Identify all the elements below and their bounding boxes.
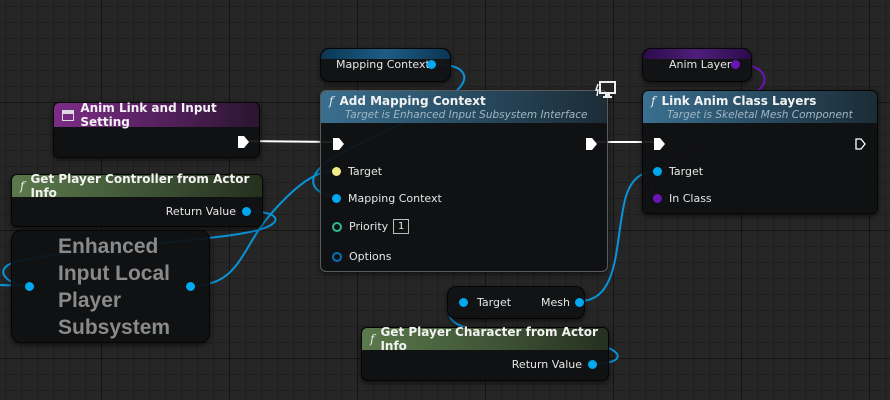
add-mapping-context-node[interactable]: f Add Mapping Context Target is Enhanced … — [320, 90, 608, 272]
link-anim-header: f Link Anim Class Layers Target is Skelet… — [643, 91, 877, 123]
get-controller-node[interactable]: f Get Player Controller from Actor Info … — [11, 172, 263, 227]
struct-icon — [62, 109, 75, 121]
subsystem-title-line-2: Input Local — [58, 262, 170, 285]
add-mapping-options-row: Options — [332, 250, 391, 263]
subsystem-title-line-4: Subsystem — [58, 316, 171, 339]
monitor-icon — [594, 80, 617, 104]
get-controller-return-label: Return Value — [165, 205, 236, 218]
get-character-return-pin[interactable] — [588, 360, 597, 369]
mapping-context-var-pin[interactable] — [427, 60, 436, 69]
link-anim-class-layers-node[interactable]: f Link Anim Class Layers Target is Skelet… — [642, 90, 878, 214]
subsystem-out-pin[interactable] — [186, 282, 195, 291]
function-f-icon: f — [651, 93, 656, 108]
get-character-title: Get Player Character from Actor Info — [380, 325, 598, 353]
link-anim-inclass-row: In Class — [653, 192, 712, 205]
add-mapping-priority-input[interactable]: 1 — [393, 219, 410, 234]
get-mesh-output-label: Mesh — [541, 296, 570, 309]
anim-link-node[interactable]: Anim Link and Input Setting — [53, 101, 260, 158]
get-controller-return-pin[interactable] — [242, 207, 251, 216]
get-controller-header: f Get Player Controller from Actor Info — [12, 172, 262, 200]
add-mapping-title: Add Mapping Context — [339, 93, 486, 108]
add-mapping-priority-row: Priority 1 — [332, 219, 410, 234]
link-anim-inclass-label: In Class — [669, 192, 712, 205]
get-controller-title: Get Player Controller from Actor Info — [30, 172, 250, 200]
add-mapping-mapping-row: Mapping Context — [332, 192, 442, 205]
get-mesh-target-label: Target — [477, 296, 512, 309]
get-character-return-label: Return Value — [511, 358, 582, 371]
anim-layer-var-label: Anim Layer — [669, 58, 732, 71]
subsystem-title-line-1: Enhanced — [58, 235, 159, 258]
subsystem-node[interactable]: Enhanced Input Local Player Subsystem — [11, 230, 210, 343]
add-mapping-priority-pin[interactable] — [332, 221, 342, 232]
add-mapping-subtitle: Target is Enhanced Input Subsystem Inter… — [345, 108, 588, 121]
anim-link-title: Anim Link and Input Setting — [80, 101, 217, 129]
link-anim-title: Link Anim Class Layers — [661, 93, 817, 108]
subsystem-title: Enhanced Input Local Player Subsystem — [58, 233, 170, 341]
anim-layer-variable[interactable]: Anim Layer — [642, 48, 752, 82]
add-mapping-target-label: Target — [348, 165, 383, 178]
get-mesh-output-pin[interactable] — [575, 298, 584, 307]
get-character-return-row: Return Value — [512, 358, 597, 371]
function-f-icon: f — [370, 332, 375, 346]
add-mapping-priority-label: Priority — [349, 220, 389, 233]
add-mapping-header: f Add Mapping Context Target is Enhanced … — [321, 91, 607, 123]
add-mapping-mapping-pin[interactable] — [332, 194, 341, 203]
link-anim-subtitle: Target is Skeletal Mesh Component — [667, 108, 853, 121]
get-controller-return-row: Return Value — [166, 205, 251, 218]
link-anim-target-row: Target — [653, 165, 703, 178]
subsystem-in-pin[interactable] — [25, 282, 34, 291]
function-f-icon: f — [329, 93, 334, 108]
anim-layer-var-pin[interactable] — [731, 60, 740, 69]
mapping-context-variable[interactable]: Mapping Context — [320, 48, 451, 82]
add-mapping-mapping-label: Mapping Context — [348, 192, 442, 205]
add-mapping-target-row: Target — [332, 165, 382, 178]
add-mapping-options-pin[interactable] — [332, 251, 342, 262]
add-mapping-target-pin[interactable] — [332, 167, 341, 176]
get-character-header: f Get Player Character from Actor Info — [362, 325, 608, 353]
link-anim-target-pin[interactable] — [653, 167, 662, 176]
subsystem-title-line-3: Player — [58, 289, 122, 312]
get-mesh-node[interactable]: Target Mesh — [447, 286, 585, 319]
link-anim-inclass-pin[interactable] — [653, 194, 662, 203]
function-f-icon: f — [20, 179, 25, 193]
add-mapping-options-label: Options — [349, 250, 392, 263]
mapping-context-var-label: Mapping Context — [336, 58, 430, 71]
link-anim-target-label: Target — [669, 165, 704, 178]
get-character-node[interactable]: f Get Player Character from Actor Info R… — [361, 325, 609, 381]
anim-link-header: Anim Link and Input Setting — [54, 101, 259, 129]
get-mesh-target-pin[interactable] — [459, 298, 468, 307]
